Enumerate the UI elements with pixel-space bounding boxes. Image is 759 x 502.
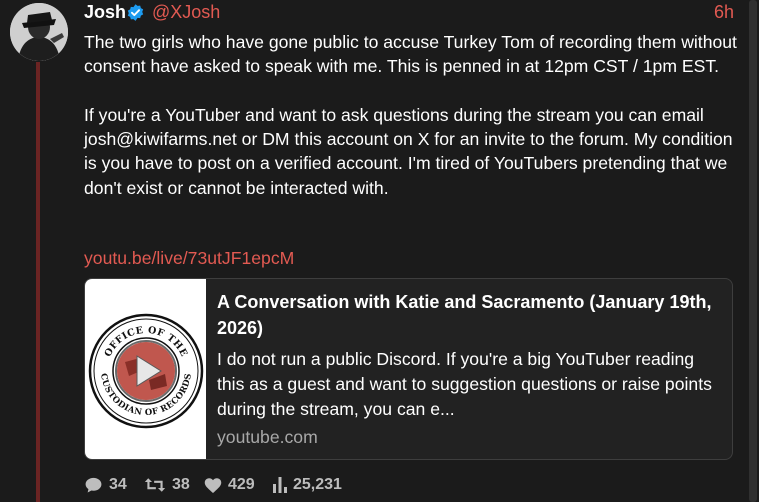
- post-header: Josh @XJosh 6h: [84, 2, 734, 24]
- display-name[interactable]: Josh: [84, 2, 126, 23]
- post-body: The two girls who have gone public to ac…: [84, 30, 744, 224]
- repost-count: 38: [172, 476, 190, 493]
- like-button[interactable]: 429: [204, 476, 255, 494]
- author-handle[interactable]: @XJosh: [152, 2, 220, 23]
- custodian-seal-icon: OFFICE OF THE CUSTODIAN OF RECORDS: [88, 313, 204, 429]
- card-title[interactable]: A Conversation with Katie and Sacramento…: [217, 289, 717, 341]
- like-count: 429: [228, 476, 255, 493]
- card-domain: youtube.com: [217, 427, 318, 447]
- reply-icon: [85, 477, 102, 493]
- thread-line: [36, 62, 40, 502]
- reply-button[interactable]: 34: [84, 476, 127, 494]
- scrollbar-thumb[interactable]: [749, 0, 757, 502]
- view-count: 25,231: [293, 476, 342, 493]
- repost-button[interactable]: 38: [144, 476, 190, 494]
- scrollbar[interactable]: [747, 0, 759, 502]
- repost-icon: [144, 478, 166, 492]
- reply-count: 34: [109, 476, 127, 493]
- post-link[interactable]: youtu.be/live/73utJF1epcM: [84, 248, 294, 269]
- heart-icon: [204, 477, 222, 493]
- avatar-image: [10, 3, 68, 61]
- card-thumbnail: OFFICE OF THE CUSTODIAN OF RECORDS: [85, 279, 206, 459]
- post-paragraph: The two girls who have gone public to ac…: [84, 32, 737, 77]
- link-preview-card[interactable]: OFFICE OF THE CUSTODIAN OF RECORDS A Con…: [84, 278, 733, 460]
- post-paragraph: If you're a YouTuber and want to ask que…: [84, 104, 733, 198]
- views-button[interactable]: 25,231: [273, 476, 342, 494]
- card-description: I do not run a public Discord. If you're…: [217, 349, 712, 419]
- views-chart-icon: [273, 477, 287, 493]
- verified-badge-icon: [126, 3, 145, 22]
- post-timestamp[interactable]: 6h: [714, 2, 734, 23]
- avatar[interactable]: [10, 3, 68, 61]
